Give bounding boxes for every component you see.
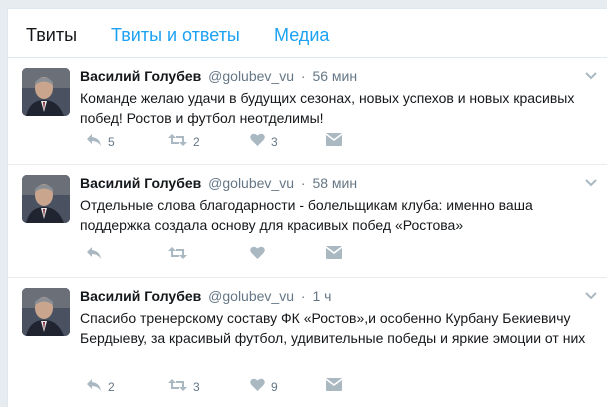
tweet-actions [80,245,600,265]
avatar[interactable] [22,68,70,116]
envelope-icon [325,133,343,151]
tweet-text: Команде желаю удачи в будущих сезонах, н… [80,90,575,126]
envelope-icon [325,378,343,396]
tweet-text: Отдельные слова благодарности - болельщи… [80,197,533,233]
retweet-count: 2 [193,135,200,149]
retweet-icon [168,246,187,265]
retweet-count: 3 [193,380,200,394]
chevron-down-icon[interactable] [584,68,598,80]
separator-dot: · [300,288,306,304]
author-name[interactable]: Василий Голубев [80,175,201,191]
profile-tabs: Твиты Твиты и ответы Медиа [8,9,607,58]
tweet-timestamp[interactable]: 58 мин [312,175,357,191]
reply-button[interactable] [86,245,108,265]
tweet-timestamp[interactable]: 56 мин [312,68,357,84]
reply-button[interactable]: 2 [86,377,115,397]
author-name[interactable]: Василий Голубев [80,288,201,304]
like-button[interactable]: 9 [250,377,278,397]
tweet-header: Василий Голубев @golubev_vu · 56 мин [80,67,357,85]
retweet-button[interactable]: 3 [168,377,200,397]
tweet[interactable]: Василий Голубев @golubev_vu · 1 ч Спасиб… [8,278,607,407]
chevron-down-icon[interactable] [584,288,598,300]
tweet-header: Василий Голубев @golubev_vu · 1 ч [80,287,331,305]
retweet-icon [168,378,187,397]
tweet[interactable]: Василий Голубев @golubev_vu · 56 мин Ком… [8,58,607,165]
reply-icon [86,378,102,397]
tweet-actions: 2 3 9 [80,377,600,397]
tweet-actions: 5 2 3 [80,132,600,152]
reply-icon [86,246,102,265]
avatar[interactable] [22,288,70,336]
author-handle[interactable]: @golubev_vu [208,175,294,191]
tweet-header: Василий Голубев @golubev_vu · 58 мин [80,174,357,192]
heart-icon [250,378,265,397]
retweet-button[interactable] [168,245,193,265]
tweet-text: Спасибо тренерскому составу ФК «Ростов»,… [80,310,586,346]
direct-message-button[interactable] [325,245,343,265]
like-button[interactable] [250,245,271,265]
author-handle[interactable]: @golubev_vu [208,68,294,84]
reply-count: 5 [108,135,115,149]
heart-icon [250,133,265,152]
separator-dot: · [300,68,306,84]
reply-icon [86,133,102,152]
direct-message-button[interactable] [325,377,343,397]
chevron-down-icon[interactable] [584,175,598,187]
tab-tweets[interactable]: Твиты [26,24,77,46]
reply-button[interactable]: 5 [86,132,115,152]
timeline-panel: Твиты Твиты и ответы Медиа Василий Голуб… [7,8,607,407]
author-handle[interactable]: @golubev_vu [208,288,294,304]
author-name[interactable]: Василий Голубев [80,68,201,84]
tab-tweets-and-replies[interactable]: Твиты и ответы [111,24,240,46]
like-button[interactable]: 3 [250,132,278,152]
tab-media[interactable]: Медиа [274,24,329,46]
like-count: 3 [271,135,278,149]
reply-count: 2 [108,380,115,394]
envelope-icon [325,246,343,264]
like-count: 9 [271,380,278,394]
avatar[interactable] [22,175,70,223]
tweet-timestamp[interactable]: 1 ч [312,288,331,304]
separator-dot: · [300,175,306,191]
heart-icon [250,246,265,265]
direct-message-button[interactable] [325,132,343,152]
tweet[interactable]: Василий Голубев @golubev_vu · 58 мин Отд… [8,165,607,278]
retweet-button[interactable]: 2 [168,132,200,152]
retweet-icon [168,133,187,152]
